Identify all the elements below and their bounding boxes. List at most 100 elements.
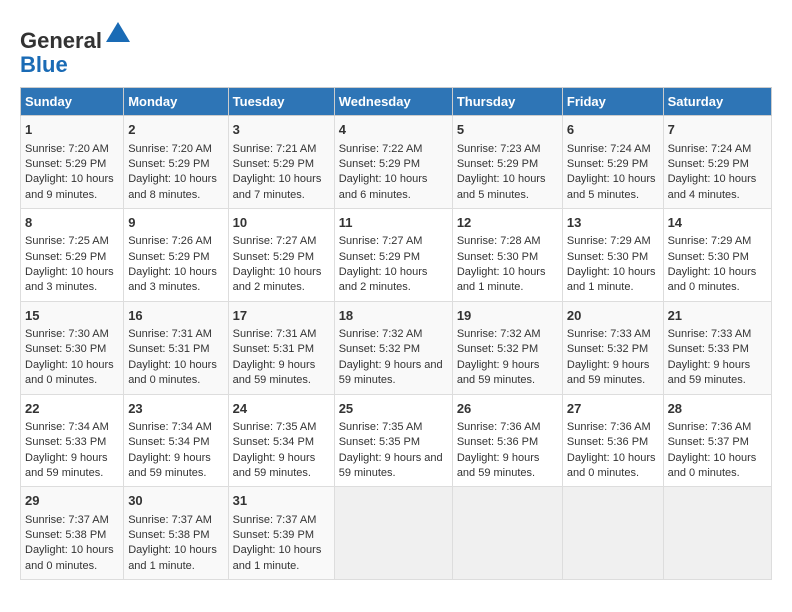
day-number: 21 bbox=[668, 307, 767, 325]
day-number: 20 bbox=[567, 307, 659, 325]
daylight-text: Daylight: 9 hours and 59 minutes. bbox=[25, 451, 119, 482]
sunset-text: Sunset: 5:29 PM bbox=[233, 157, 330, 172]
calendar-cell: 10Sunrise: 7:27 AMSunset: 5:29 PMDayligh… bbox=[228, 209, 334, 302]
day-number: 18 bbox=[339, 307, 448, 325]
sunrise-text: Sunrise: 7:26 AM bbox=[128, 234, 223, 249]
daylight-text: Daylight: 10 hours and 1 minute. bbox=[457, 265, 558, 296]
sunrise-text: Sunrise: 7:34 AM bbox=[25, 420, 119, 435]
sunrise-text: Sunrise: 7:33 AM bbox=[567, 327, 659, 342]
sunset-text: Sunset: 5:34 PM bbox=[233, 435, 330, 450]
sunrise-text: Sunrise: 7:36 AM bbox=[457, 420, 558, 435]
sunrise-text: Sunrise: 7:34 AM bbox=[128, 420, 223, 435]
calendar-cell: 3Sunrise: 7:21 AMSunset: 5:29 PMDaylight… bbox=[228, 116, 334, 209]
sunrise-text: Sunrise: 7:37 AM bbox=[233, 513, 330, 528]
day-number: 11 bbox=[339, 214, 448, 232]
day-number: 23 bbox=[128, 400, 223, 418]
calendar-cell: 9Sunrise: 7:26 AMSunset: 5:29 PMDaylight… bbox=[124, 209, 228, 302]
calendar-cell: 29Sunrise: 7:37 AMSunset: 5:38 PMDayligh… bbox=[21, 487, 124, 580]
calendar-cell: 18Sunrise: 7:32 AMSunset: 5:32 PMDayligh… bbox=[334, 301, 452, 394]
sunrise-text: Sunrise: 7:35 AM bbox=[339, 420, 448, 435]
logo-general: General bbox=[20, 28, 102, 53]
calendar-cell: 15Sunrise: 7:30 AMSunset: 5:30 PMDayligh… bbox=[21, 301, 124, 394]
daylight-text: Daylight: 10 hours and 0 minutes. bbox=[567, 451, 659, 482]
calendar-cell: 24Sunrise: 7:35 AMSunset: 5:34 PMDayligh… bbox=[228, 394, 334, 487]
sunset-text: Sunset: 5:33 PM bbox=[668, 342, 767, 357]
sunset-text: Sunset: 5:32 PM bbox=[457, 342, 558, 357]
daylight-text: Daylight: 10 hours and 9 minutes. bbox=[25, 172, 119, 203]
sunset-text: Sunset: 5:29 PM bbox=[233, 250, 330, 265]
day-number: 14 bbox=[668, 214, 767, 232]
col-header-tuesday: Tuesday bbox=[228, 88, 334, 116]
daylight-text: Daylight: 10 hours and 7 minutes. bbox=[233, 172, 330, 203]
day-number: 17 bbox=[233, 307, 330, 325]
sunrise-text: Sunrise: 7:31 AM bbox=[128, 327, 223, 342]
day-number: 4 bbox=[339, 121, 448, 139]
daylight-text: Daylight: 10 hours and 0 minutes. bbox=[25, 358, 119, 389]
calendar-cell bbox=[663, 487, 771, 580]
sunrise-text: Sunrise: 7:32 AM bbox=[339, 327, 448, 342]
sunrise-text: Sunrise: 7:32 AM bbox=[457, 327, 558, 342]
day-number: 2 bbox=[128, 121, 223, 139]
col-header-sunday: Sunday bbox=[21, 88, 124, 116]
day-number: 27 bbox=[567, 400, 659, 418]
sunrise-text: Sunrise: 7:25 AM bbox=[25, 234, 119, 249]
day-number: 13 bbox=[567, 214, 659, 232]
calendar-cell: 7Sunrise: 7:24 AMSunset: 5:29 PMDaylight… bbox=[663, 116, 771, 209]
daylight-text: Daylight: 10 hours and 0 minutes. bbox=[668, 265, 767, 296]
daylight-text: Daylight: 10 hours and 5 minutes. bbox=[457, 172, 558, 203]
daylight-text: Daylight: 10 hours and 2 minutes. bbox=[233, 265, 330, 296]
col-header-wednesday: Wednesday bbox=[334, 88, 452, 116]
day-number: 19 bbox=[457, 307, 558, 325]
sunset-text: Sunset: 5:29 PM bbox=[25, 250, 119, 265]
sunset-text: Sunset: 5:29 PM bbox=[339, 157, 448, 172]
sunset-text: Sunset: 5:29 PM bbox=[567, 157, 659, 172]
daylight-text: Daylight: 9 hours and 59 minutes. bbox=[233, 358, 330, 389]
sunrise-text: Sunrise: 7:20 AM bbox=[128, 142, 223, 157]
page-header: General Blue bbox=[20, 20, 772, 77]
calendar-cell: 22Sunrise: 7:34 AMSunset: 5:33 PMDayligh… bbox=[21, 394, 124, 487]
sunset-text: Sunset: 5:35 PM bbox=[339, 435, 448, 450]
calendar-cell: 31 Sunrise: 7:37 AMSunset: 5:39 PMDayligh… bbox=[228, 487, 334, 580]
calendar-cell: 8Sunrise: 7:25 AMSunset: 5:29 PMDaylight… bbox=[21, 209, 124, 302]
daylight-text: Daylight: 9 hours and 59 minutes. bbox=[457, 451, 558, 482]
sunrise-text: Sunrise: 7:37 AM bbox=[128, 513, 223, 528]
logo: General Blue bbox=[20, 20, 132, 77]
calendar-cell: 14Sunrise: 7:29 AMSunset: 5:30 PMDayligh… bbox=[663, 209, 771, 302]
week-row-3: 15Sunrise: 7:30 AMSunset: 5:30 PMDayligh… bbox=[21, 301, 772, 394]
sunrise-text: Sunrise: 7:27 AM bbox=[233, 234, 330, 249]
day-number: 9 bbox=[128, 214, 223, 232]
sunset-text: Sunset: 5:32 PM bbox=[339, 342, 448, 357]
calendar-cell: 26Sunrise: 7:36 AMSunset: 5:36 PMDayligh… bbox=[452, 394, 562, 487]
calendar-cell bbox=[452, 487, 562, 580]
sunrise-text: Sunrise: 7:35 AM bbox=[233, 420, 330, 435]
sunrise-text: Sunrise: 7:31 AM bbox=[233, 327, 330, 342]
calendar-cell: 20Sunrise: 7:33 AMSunset: 5:32 PMDayligh… bbox=[562, 301, 663, 394]
sunset-text: Sunset: 5:29 PM bbox=[339, 250, 448, 265]
daylight-text: Daylight: 10 hours and 3 minutes. bbox=[128, 265, 223, 296]
daylight-text: Daylight: 10 hours and 3 minutes. bbox=[25, 265, 119, 296]
calendar-cell: 5Sunrise: 7:23 AMSunset: 5:29 PMDaylight… bbox=[452, 116, 562, 209]
sunset-text: Sunset: 5:36 PM bbox=[567, 435, 659, 450]
col-header-friday: Friday bbox=[562, 88, 663, 116]
calendar-table: SundayMondayTuesdayWednesdayThursdayFrid… bbox=[20, 87, 772, 580]
daylight-text: Daylight: 10 hours and 0 minutes. bbox=[668, 451, 767, 482]
daylight-text: Daylight: 9 hours and 59 minutes. bbox=[339, 451, 448, 482]
calendar-cell: 27Sunrise: 7:36 AMSunset: 5:36 PMDayligh… bbox=[562, 394, 663, 487]
sunset-text: Sunset: 5:39 PM bbox=[233, 528, 330, 543]
daylight-text: Daylight: 10 hours and 1 minute. bbox=[233, 543, 330, 574]
sunset-text: Sunset: 5:34 PM bbox=[128, 435, 223, 450]
sunset-text: Sunset: 5:30 PM bbox=[668, 250, 767, 265]
day-number: 31 bbox=[233, 492, 330, 510]
day-number: 24 bbox=[233, 400, 330, 418]
sunrise-text: Sunrise: 7:24 AM bbox=[567, 142, 659, 157]
col-header-monday: Monday bbox=[124, 88, 228, 116]
sunrise-text: Sunrise: 7:28 AM bbox=[457, 234, 558, 249]
calendar-cell: 4Sunrise: 7:22 AMSunset: 5:29 PMDaylight… bbox=[334, 116, 452, 209]
sunset-text: Sunset: 5:29 PM bbox=[25, 157, 119, 172]
day-number: 25 bbox=[339, 400, 448, 418]
sunset-text: Sunset: 5:31 PM bbox=[233, 342, 330, 357]
calendar-cell: 19Sunrise: 7:32 AMSunset: 5:32 PMDayligh… bbox=[452, 301, 562, 394]
day-number: 12 bbox=[457, 214, 558, 232]
day-number: 26 bbox=[457, 400, 558, 418]
daylight-text: Daylight: 10 hours and 4 minutes. bbox=[668, 172, 767, 203]
